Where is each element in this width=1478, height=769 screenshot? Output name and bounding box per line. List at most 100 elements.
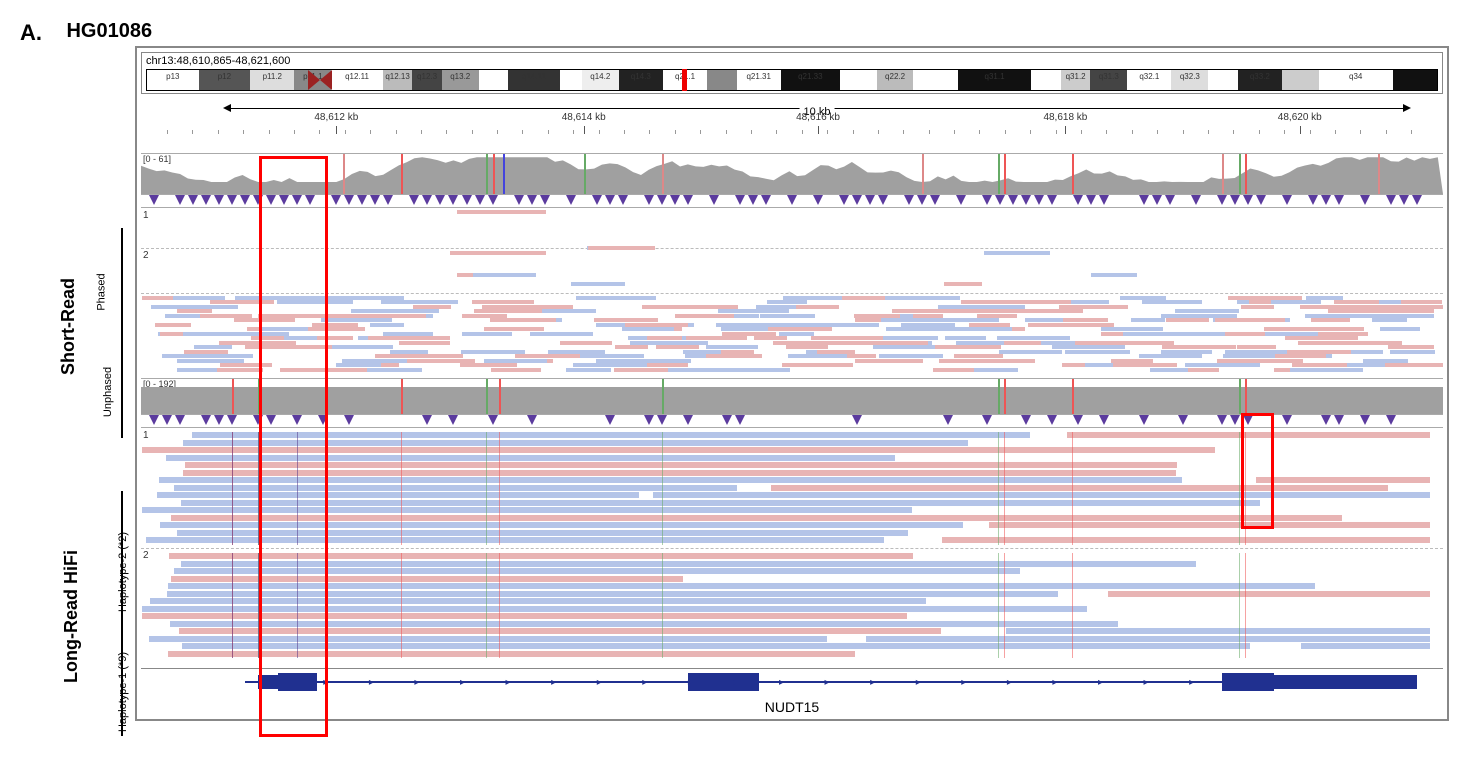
insertion-icon bbox=[670, 195, 680, 205]
centromere-icon bbox=[320, 70, 332, 90]
hap2-label: Haplotype-2 (*2) bbox=[117, 532, 129, 612]
long-read bbox=[989, 522, 1430, 528]
ruler-tick-label: 48,614 kb bbox=[562, 112, 606, 123]
insertion-icon bbox=[1086, 195, 1096, 205]
short-read bbox=[484, 359, 547, 363]
short-read bbox=[368, 336, 444, 340]
short-read bbox=[385, 300, 446, 304]
strand-arrow-icon: ▸ bbox=[460, 677, 465, 688]
insertion-icon bbox=[149, 415, 159, 425]
short-read-bar bbox=[121, 228, 123, 438]
strand-arrow-icon: ▸ bbox=[1189, 677, 1194, 688]
insertion-icon bbox=[253, 195, 263, 205]
long-read bbox=[183, 440, 968, 446]
genomic-ruler[interactable]: 10 kb 48,612 kb48,614 kb48,616 kb48,618 … bbox=[141, 98, 1443, 153]
insertion-icon bbox=[1334, 195, 1344, 205]
short-read bbox=[1308, 327, 1363, 331]
short-read bbox=[1355, 309, 1407, 313]
long-read-coverage-track[interactable]: [0 - 192] bbox=[141, 378, 1443, 414]
variant-stripe bbox=[1222, 154, 1224, 194]
insertion-icon bbox=[1165, 195, 1175, 205]
short-read bbox=[177, 359, 245, 363]
insertion-icon bbox=[475, 195, 485, 205]
ideogram-band: p11.2 bbox=[250, 70, 294, 90]
insertion-icon bbox=[240, 195, 250, 205]
insertion-icon bbox=[644, 415, 654, 425]
insertion-icon bbox=[527, 415, 537, 425]
short-read bbox=[786, 345, 828, 349]
ideogram-band: q12.3 bbox=[412, 70, 441, 90]
chromosome-ideogram[interactable]: p13p12p11.2p11.1q12.11q12.13q12.3q13.2q1… bbox=[146, 69, 1438, 91]
short-read bbox=[984, 251, 1050, 255]
ideogram-band: q33.2 bbox=[1238, 70, 1282, 90]
ideogram-band: q32.3 bbox=[1171, 70, 1208, 90]
short-read bbox=[1334, 300, 1379, 304]
insertion-icon bbox=[1021, 195, 1031, 205]
short-read-alignments[interactable]: 1 2 bbox=[141, 207, 1443, 378]
insertion-icon bbox=[748, 195, 758, 205]
short-read bbox=[383, 332, 433, 336]
ideogram-band: q31.3 bbox=[1090, 70, 1127, 90]
insertion-icon bbox=[462, 195, 472, 205]
short-read bbox=[634, 359, 690, 363]
short-read bbox=[1001, 336, 1070, 340]
short-read bbox=[768, 327, 832, 331]
insertion-icon bbox=[514, 195, 524, 205]
long-read-alignments[interactable]: 1 2 bbox=[141, 427, 1443, 668]
ideogram-band: q12.13 bbox=[383, 70, 412, 90]
ruler-tick bbox=[1300, 126, 1301, 134]
short-read bbox=[548, 350, 605, 354]
short-read bbox=[220, 332, 289, 336]
short-read bbox=[773, 341, 830, 345]
short-read bbox=[418, 354, 464, 358]
insertion-icon bbox=[1386, 195, 1396, 205]
short-read bbox=[721, 327, 765, 331]
insertion-icon bbox=[1034, 195, 1044, 205]
short-read bbox=[716, 323, 750, 327]
insertion-icon bbox=[253, 415, 263, 425]
ideogram-band bbox=[1393, 70, 1437, 90]
insertion-icon bbox=[1360, 415, 1370, 425]
long-read bbox=[942, 537, 1430, 543]
short-read bbox=[1271, 300, 1321, 304]
tick-row: 48,612 kb48,614 kb48,616 kb48,618 kb48,6… bbox=[141, 126, 1443, 151]
short-read bbox=[261, 327, 312, 331]
long-read bbox=[183, 470, 1176, 476]
strand-arrow-icon: ▸ bbox=[414, 677, 419, 688]
short-read bbox=[901, 323, 955, 327]
long-read bbox=[157, 492, 639, 498]
long-read bbox=[1067, 432, 1430, 438]
long-read bbox=[174, 568, 1020, 574]
variant-stripe bbox=[493, 154, 495, 194]
insertion-icon bbox=[1308, 195, 1318, 205]
short-read bbox=[1161, 350, 1198, 354]
long-read bbox=[771, 485, 1388, 491]
insertion-icon bbox=[644, 195, 654, 205]
short-read bbox=[1161, 314, 1237, 318]
short-read bbox=[585, 296, 655, 300]
strand-arrow-icon: ▸ bbox=[597, 677, 602, 688]
short-read bbox=[1327, 305, 1384, 309]
short-read bbox=[588, 246, 655, 250]
short-read bbox=[473, 210, 546, 214]
ideogram-band bbox=[840, 70, 877, 90]
insertion-icon bbox=[1099, 195, 1109, 205]
short-read bbox=[1237, 345, 1277, 349]
insertion-icon bbox=[318, 415, 328, 425]
short-read bbox=[183, 332, 223, 336]
ideogram-band: q32.1 bbox=[1127, 70, 1171, 90]
short-read-coverage-track[interactable]: [0 - 61] bbox=[141, 153, 1443, 194]
long-read bbox=[653, 492, 1430, 498]
long-read bbox=[142, 447, 1215, 453]
insertion-icon bbox=[813, 195, 823, 205]
insertion-icon bbox=[917, 195, 927, 205]
insertion-icon bbox=[1412, 195, 1422, 205]
gene-annotation-track[interactable]: NUDT15 ▸▸▸▸▸▸▸▸▸▸▸▸▸▸▸▸▸▸▸▸ bbox=[141, 668, 1443, 719]
short-read bbox=[1298, 341, 1374, 345]
short-read bbox=[491, 368, 541, 372]
variant-stripe bbox=[998, 154, 1000, 194]
insertion-icon bbox=[357, 195, 367, 205]
insertion-icon bbox=[448, 195, 458, 205]
short-read bbox=[788, 354, 846, 358]
exon-cds bbox=[1222, 673, 1274, 691]
